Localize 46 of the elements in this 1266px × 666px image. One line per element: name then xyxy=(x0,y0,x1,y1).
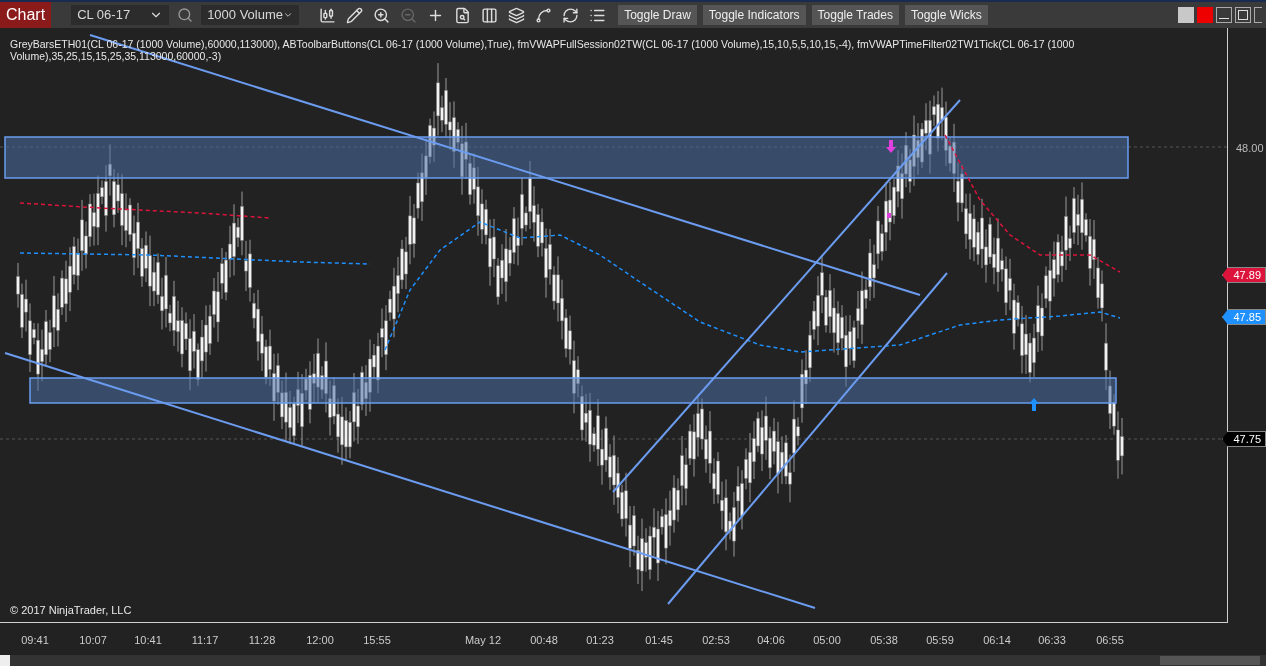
time-label: 15:55 xyxy=(363,633,391,648)
time-label: 09:41 xyxy=(21,633,49,648)
layers-icon[interactable] xyxy=(508,6,526,24)
copyright-text: © 2017 NinjaTrader, LLC xyxy=(10,602,132,618)
time-label: 00:48 xyxy=(530,633,558,648)
instrument-dropdown[interactable]: CL 06-17 xyxy=(71,5,170,25)
interval-dropdown[interactable]: 1000 Volume xyxy=(201,5,300,25)
time-label: 02:53 xyxy=(702,633,730,648)
line-icon[interactable] xyxy=(535,6,553,24)
swatch-icon[interactable] xyxy=(1178,7,1194,23)
price-label: 48.00 xyxy=(1236,141,1264,156)
scrollbar-thumb[interactable] xyxy=(1160,656,1260,665)
refresh-icon[interactable] xyxy=(562,6,580,24)
time-label: 01:45 xyxy=(645,633,673,648)
zoom-in-icon[interactable] xyxy=(373,6,391,24)
time-label: 11:28 xyxy=(248,633,276,648)
down-arrow-icon xyxy=(886,140,896,153)
toggle-button[interactable]: Toggle Draw xyxy=(618,5,697,25)
time-label: 06:55 xyxy=(1096,633,1124,648)
up-arrow-icon xyxy=(1029,398,1039,411)
search-icon[interactable] xyxy=(177,7,194,23)
time-label: 01:23 xyxy=(586,633,614,648)
time-label: 10:07 xyxy=(79,633,107,648)
pencil-icon[interactable] xyxy=(346,6,364,24)
price-marker: 47.85 xyxy=(1222,309,1266,325)
time-label: 10:41 xyxy=(134,633,162,648)
candlestick-icon[interactable] xyxy=(319,6,337,24)
chart-tab[interactable]: Chart xyxy=(0,2,52,28)
time-label: 05:00 xyxy=(813,633,841,648)
toggle-button[interactable]: Toggle Wicks xyxy=(904,5,988,25)
file-search-icon[interactable] xyxy=(454,6,472,24)
price-marker: 47.75 xyxy=(1222,431,1266,447)
time-label: 11:17 xyxy=(191,633,219,648)
columns-icon[interactable] xyxy=(481,6,499,24)
time-label: 05:38 xyxy=(870,633,898,648)
time-label: 04:06 xyxy=(757,633,785,648)
time-label: 06:33 xyxy=(1038,633,1066,648)
toggle-button[interactable]: Toggle Trades xyxy=(811,5,899,25)
time-label: 06:14 xyxy=(983,633,1011,648)
maximize-icon[interactable] xyxy=(1235,7,1251,23)
minimize-icon[interactable] xyxy=(1216,7,1232,23)
time-label: 05:59 xyxy=(926,633,954,648)
toggle-button[interactable]: Toggle Indicators xyxy=(702,5,806,25)
time-label: May 12 xyxy=(464,633,502,648)
price-marker: 47.89 xyxy=(1222,267,1266,283)
time-label: 12:00 xyxy=(306,633,334,648)
